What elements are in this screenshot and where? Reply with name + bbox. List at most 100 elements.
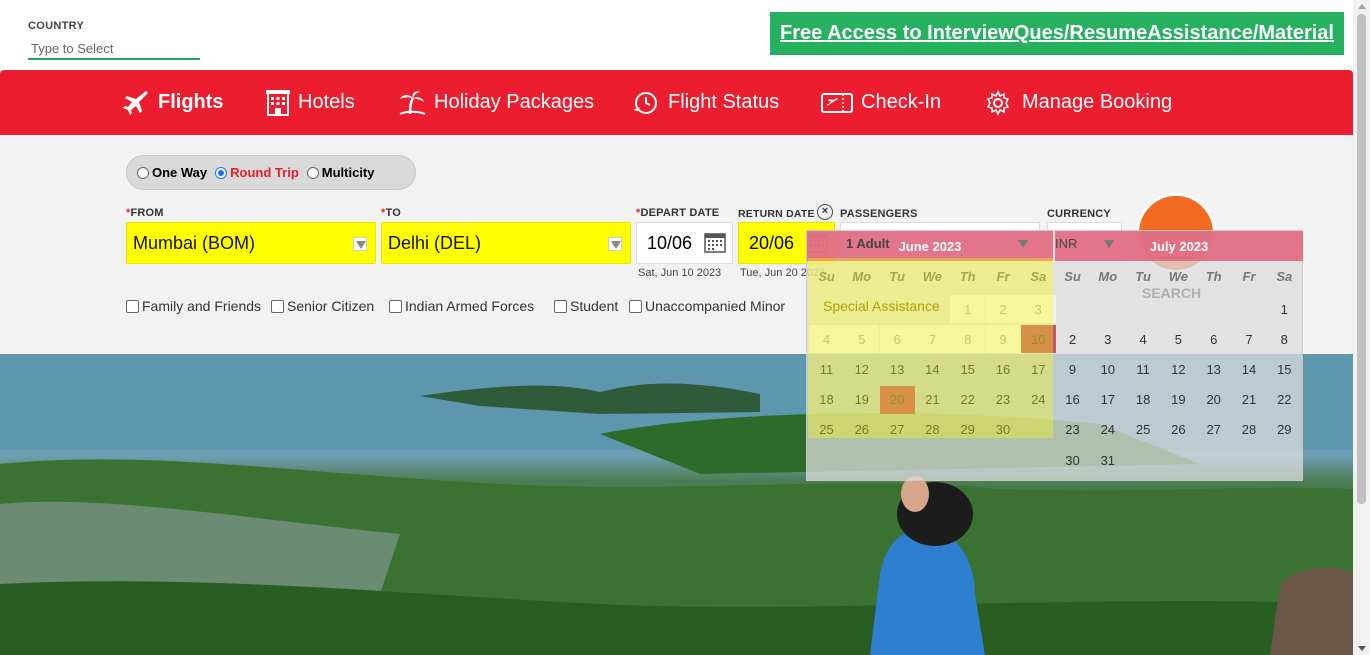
family-friends-checkbox[interactable]	[126, 299, 139, 313]
currency-label: CURRENCY	[1047, 208, 1111, 220]
calendar-day[interactable]: 6	[1196, 325, 1231, 353]
calendar-day[interactable]: 16	[1055, 386, 1090, 414]
calendar-day[interactable]: 30	[1055, 446, 1090, 474]
to-label: *TO	[381, 207, 401, 219]
calendar-weekday: Mo	[1098, 269, 1118, 284]
calendar-day[interactable]: 31	[1090, 446, 1125, 474]
unaccompanied-minor-checkbox[interactable]	[629, 299, 642, 313]
calendar-icon	[704, 231, 726, 258]
chevron-down-icon	[608, 237, 622, 251]
calendar-day[interactable]: 10	[1090, 355, 1125, 383]
depart-label-text: DEPART DATE	[640, 207, 720, 219]
boarding-pass-icon	[821, 91, 853, 115]
calendar-day[interactable]: 11	[1126, 355, 1161, 383]
calendar-day[interactable]: 23	[1055, 416, 1090, 444]
scroll-thumb[interactable]	[1357, 14, 1366, 504]
trip-one-way[interactable]: One Way	[137, 165, 207, 180]
calendar-day[interactable]: 13	[1196, 355, 1231, 383]
checkbox-armed-forces[interactable]: Indian Armed Forces	[389, 298, 534, 314]
depart-date-value: 10/06	[647, 232, 693, 253]
nav-flight-status-label: Flight Status	[668, 91, 780, 113]
calendar-day[interactable]: 15	[1267, 355, 1302, 383]
round-trip-label: Round Trip	[230, 165, 299, 180]
nav-hotels-label: Hotels	[298, 91, 355, 113]
calendar-weekday: Sa	[1276, 269, 1293, 284]
clear-return-date-icon[interactable]: ×	[817, 204, 833, 220]
country-input[interactable]	[28, 38, 200, 60]
calendar-day[interactable]: 14	[1232, 355, 1267, 383]
nav-flights[interactable]: Flights	[122, 70, 224, 135]
nav-holiday-packages-label: Holiday Packages	[434, 91, 595, 113]
checkbox-unaccompanied-minor[interactable]: Unaccompanied Minor	[629, 298, 785, 314]
promo-link[interactable]: Free Access to InterviewQues/ResumeAssis…	[770, 12, 1344, 55]
scroll-up-icon[interactable]	[1358, 4, 1366, 9]
calendar-month-july: July 2023	[1055, 231, 1303, 261]
nav-flight-status[interactable]: Flight Status	[632, 70, 779, 135]
depart-date-field[interactable]: 10/06	[636, 222, 733, 264]
main-nav: Flights Hotels Holiday Packages Flight S…	[0, 70, 1353, 135]
nav-check-in-label: Check-In	[861, 91, 942, 113]
nav-flights-label: Flights	[158, 91, 224, 113]
senior-citizen-checkbox[interactable]	[271, 299, 284, 313]
from-label-text: FROM	[130, 207, 164, 219]
trip-round-trip[interactable]: Round Trip	[215, 165, 299, 180]
page-scrollbar[interactable]	[1353, 0, 1370, 655]
student-checkbox[interactable]	[554, 299, 567, 313]
scroll-down-icon[interactable]	[1358, 646, 1366, 651]
calendar-day[interactable]: 3	[1090, 325, 1125, 353]
calendar-day[interactable]: 29	[1267, 416, 1302, 444]
calendar-day[interactable]: 9	[1055, 355, 1090, 383]
return-date-value: 20/06	[749, 232, 795, 253]
unaccompanied-minor-label: Unaccompanied Minor	[645, 298, 786, 314]
gear-icon	[984, 89, 1014, 116]
senior-citizen-label: Senior Citizen	[287, 298, 375, 314]
calendar-day[interactable]: 7	[1232, 325, 1267, 353]
armed-forces-checkbox[interactable]	[389, 299, 402, 313]
calendar-day[interactable]: 24	[1090, 416, 1125, 444]
multicity-radio[interactable]	[306, 166, 319, 179]
calendar-day[interactable]: 2	[1055, 325, 1090, 353]
nav-check-in[interactable]: Check-In	[821, 70, 941, 135]
calendar-weekday: We	[1168, 269, 1189, 284]
student-label: Student	[570, 298, 619, 314]
trip-multicity[interactable]: Multicity	[306, 165, 375, 180]
checkbox-student[interactable]: Student	[554, 298, 618, 314]
from-value: Mumbai (BOM)	[133, 232, 256, 253]
from-select[interactable]: Mumbai (BOM)	[126, 222, 376, 264]
calendar-day[interactable]: 22	[1267, 386, 1302, 414]
calendar-day[interactable]: 28	[1232, 416, 1267, 444]
calendar-weekday: Tu	[1135, 269, 1151, 284]
calendar-weekday: Th	[1205, 269, 1222, 284]
checkbox-senior-citizen[interactable]: Senior Citizen	[271, 298, 374, 314]
to-select[interactable]: Delhi (DEL)	[381, 222, 631, 264]
calendar-day[interactable]: 12	[1161, 355, 1196, 383]
special-assistance-link[interactable]: Special Assistance	[823, 298, 940, 314]
from-label: *FROM	[126, 207, 164, 219]
calendar-day[interactable]: 20	[1196, 386, 1231, 414]
search-label: SEARCH	[1142, 285, 1202, 301]
calendar-day[interactable]: 19	[1161, 386, 1196, 414]
nav-hotels[interactable]: Hotels	[266, 70, 355, 135]
multicity-label: Multicity	[321, 165, 375, 180]
calendar-day[interactable]: 27	[1196, 416, 1231, 444]
country-selector: COUNTRY	[28, 20, 200, 60]
calendar-day[interactable]: 4	[1126, 325, 1161, 353]
calendar-weekday: Su	[1064, 269, 1081, 284]
nav-holiday-packages[interactable]: Holiday Packages	[398, 70, 594, 135]
calendar-day[interactable]: 17	[1090, 386, 1125, 414]
return-label: RETURN DATE	[738, 208, 815, 220]
calendar-day[interactable]: 25	[1126, 416, 1161, 444]
calendar-day[interactable]: 21	[1232, 386, 1267, 414]
nav-manage-booking[interactable]: Manage Booking	[984, 70, 1172, 135]
to-value: Delhi (DEL)	[388, 232, 482, 253]
family-friends-label: Family and Friends	[142, 298, 262, 314]
calendar-day[interactable]: 1	[1267, 295, 1302, 323]
calendar-day[interactable]: 8	[1267, 325, 1302, 353]
calendar-day[interactable]: 18	[1126, 386, 1161, 414]
to-label-text: TO	[385, 207, 401, 219]
one-way-radio[interactable]	[137, 166, 149, 179]
round-trip-radio[interactable]	[215, 166, 228, 179]
checkbox-family-friends[interactable]: Family and Friends	[126, 298, 261, 314]
calendar-day[interactable]: 5	[1161, 325, 1196, 353]
calendar-day[interactable]: 26	[1161, 416, 1196, 444]
